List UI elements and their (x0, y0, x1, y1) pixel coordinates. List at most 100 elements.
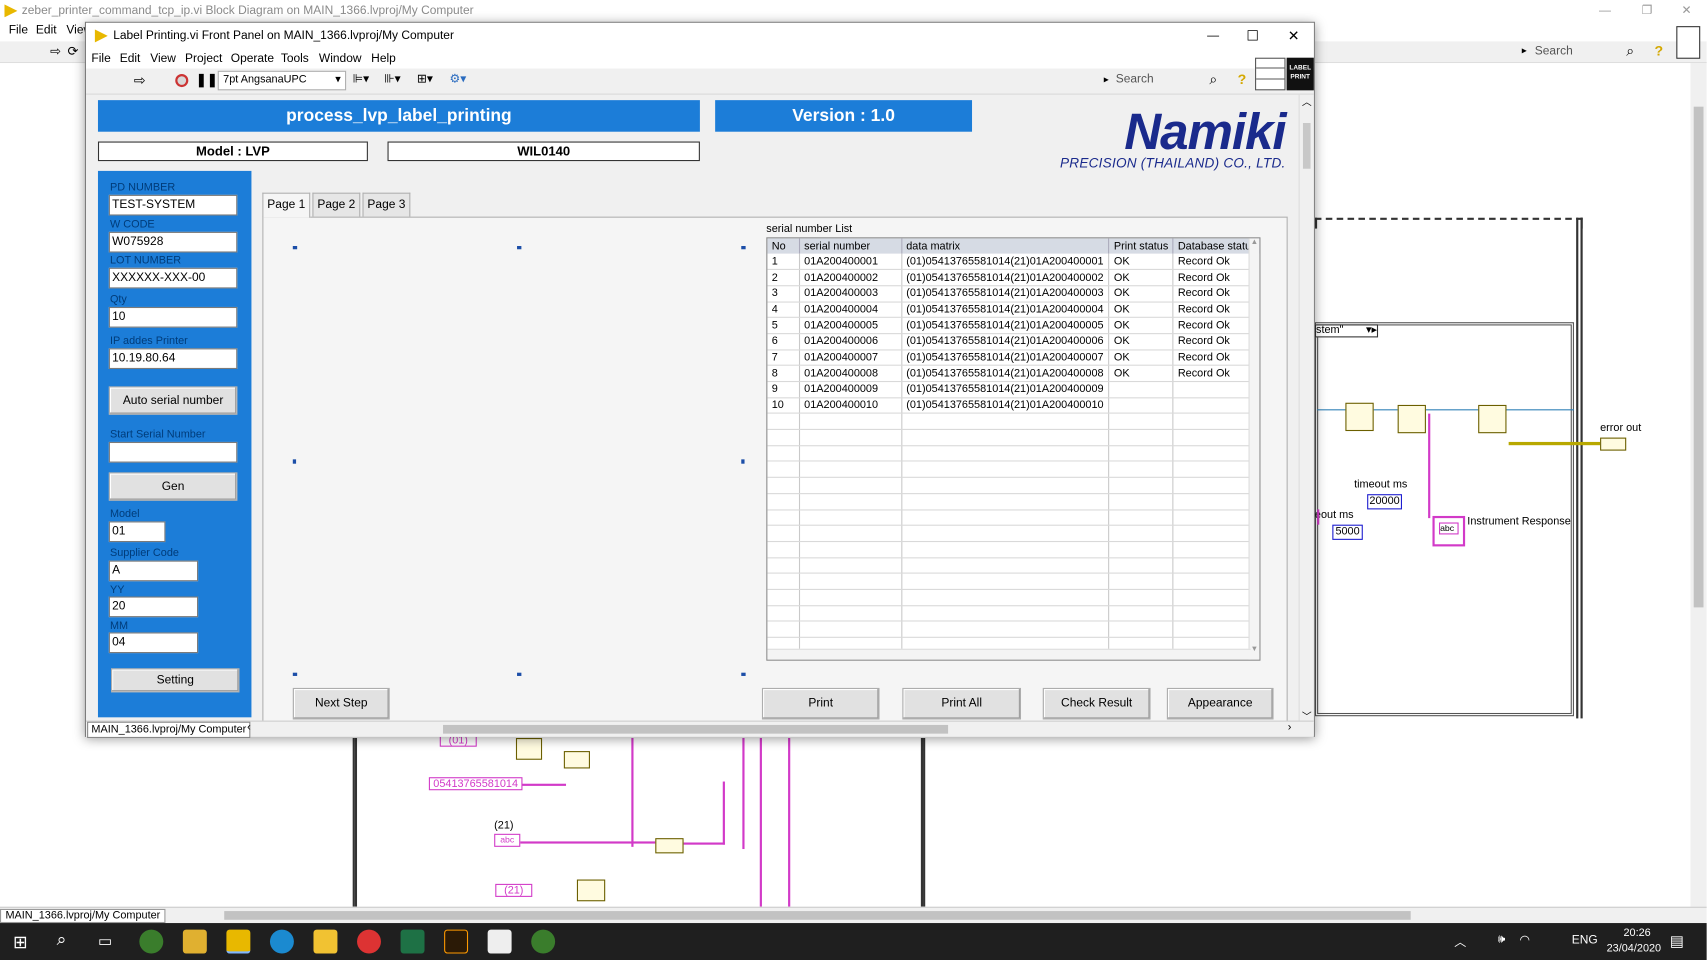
table-vscroll[interactable]: ▲ ▼ (1248, 238, 1260, 660)
concat-node-4[interactable] (576, 879, 606, 902)
tcp-open-node[interactable] (1345, 402, 1374, 432)
menu-project[interactable]: Project (185, 52, 222, 65)
table-row[interactable] (767, 461, 1260, 478)
help-icon[interactable]: ? (1238, 71, 1247, 87)
table-row[interactable] (767, 621, 1260, 638)
reorder-icon[interactable]: ⚙▾ (450, 72, 467, 86)
selection-handle[interactable] (292, 459, 297, 464)
7zip-icon[interactable] (487, 929, 512, 954)
selection-handle[interactable] (517, 246, 522, 250)
scroll-up-icon[interactable]: ︿ (1302, 95, 1312, 109)
distribute-objects-icon[interactable]: ⊪▾ (384, 72, 400, 86)
w-code-input[interactable]: W075928 (108, 231, 238, 253)
maximize-icon[interactable]: ☐ (1246, 23, 1259, 49)
clock-time[interactable]: 20:26 (1615, 927, 1659, 939)
scroll-down-icon[interactable]: ▼ (1251, 645, 1259, 653)
menu-operate[interactable]: Operate (231, 52, 274, 65)
auto-serial-button[interactable]: Auto serial number (108, 386, 238, 415)
setting-button[interactable]: Setting (111, 668, 240, 693)
selection-handle[interactable] (292, 246, 298, 250)
lot-number-input[interactable]: XXXXXX-XXX-00 (108, 267, 238, 289)
string-const-21[interactable]: (21) (495, 883, 533, 897)
restore-icon[interactable]: ❐ (1642, 0, 1653, 22)
menu-tools[interactable]: Tools (281, 52, 309, 65)
volume-icon[interactable]: 🕪 (1498, 933, 1506, 947)
bg-vscroll-thumb[interactable] (1693, 106, 1704, 608)
connector-pane-icon[interactable] (1255, 57, 1286, 91)
menu-edit[interactable]: Edit (120, 52, 141, 65)
table-row[interactable] (767, 541, 1260, 558)
table-row[interactable]: 10 01A200400010 (01)05413765581014(21)01A2… (767, 397, 1260, 415)
pd-number-input[interactable]: TEST-SYSTEM (108, 194, 238, 216)
fp-vscroll-thumb[interactable] (1302, 123, 1311, 169)
supplier-code-input[interactable]: A (108, 560, 199, 582)
serial-number-table[interactable]: No serial number data matrix Print statu… (766, 237, 1261, 661)
app-hs-icon[interactable] (139, 929, 164, 954)
close-icon[interactable]: ✕ (1288, 23, 1300, 49)
bg-menu-edit[interactable]: Edit (36, 24, 57, 37)
run-arrow-icon[interactable]: ⇨ (50, 44, 61, 59)
scroll-right-icon[interactable]: › (1288, 722, 1292, 734)
table-row[interactable] (767, 589, 1260, 606)
file-explorer-icon[interactable] (313, 929, 338, 954)
minimize-icon[interactable]: — (1207, 23, 1219, 49)
gen-button[interactable]: Gen (108, 472, 238, 501)
table-row[interactable] (767, 525, 1260, 542)
scroll-left-icon[interactable]: ‹ (247, 722, 251, 734)
bg-vertical-scrollbar[interactable] (1690, 63, 1707, 907)
ip-input[interactable]: 10.19.80.64 (108, 348, 238, 370)
table-row[interactable]: 9 01A200400009 (01)05413765581014(21)01A20… (767, 381, 1260, 399)
table-row[interactable] (767, 477, 1260, 494)
table-row[interactable] (767, 429, 1260, 447)
abort-icon[interactable] (175, 74, 189, 88)
print-button[interactable]: Print (761, 687, 880, 720)
fp-titlebar[interactable]: Label Printing.vi Front Panel on MAIN_13… (85, 22, 1314, 49)
table-row[interactable] (767, 605, 1260, 622)
chrome-icon[interactable] (357, 929, 381, 954)
language-indicator[interactable]: ENG (1572, 934, 1598, 947)
fp-hscroll-thumb[interactable] (443, 724, 949, 734)
edge-icon[interactable] (269, 929, 294, 954)
model-input[interactable]: 01 (108, 521, 166, 543)
table-row[interactable]: 8 01A200400008 (01)05413765581014(21)01A20… (767, 365, 1260, 383)
close-icon[interactable]: ✕ (1681, 0, 1691, 22)
windows-start-icon[interactable]: ⊞ (13, 932, 28, 954)
table-row[interactable]: 7 01A200400007 (01)05413765581014(21)01A20… (767, 349, 1260, 367)
tcp-write-node[interactable] (1397, 404, 1426, 434)
bg-window-titlebar[interactable]: zeber_printer_command_tcp_ip.vi Block Di… (0, 0, 1707, 22)
align-objects-icon[interactable]: ⊫▾ (353, 72, 369, 86)
tcp-close-node[interactable] (1478, 404, 1507, 434)
timeout-constant-5000[interactable]: 5000 (1332, 524, 1363, 540)
clock-date[interactable]: 23/04/2020 (1607, 943, 1661, 955)
tab-page-3[interactable]: Page 3 (362, 192, 411, 217)
search-icon[interactable]: ⌕ (1209, 71, 1217, 88)
font-selector[interactable]: 7pt AngsanaUPC ▾ (217, 70, 347, 91)
bg-hscroll-thumb[interactable] (224, 911, 1411, 920)
table-row[interactable] (767, 445, 1260, 462)
selection-handle[interactable] (741, 459, 745, 464)
fp-vertical-scrollbar[interactable]: ︿ ﹀ (1298, 94, 1314, 723)
bg-menu-file[interactable]: File (9, 24, 28, 37)
illustrator-icon[interactable] (444, 929, 469, 954)
pause-icon[interactable]: ❚❚ (196, 72, 218, 87)
table-row[interactable]: 3 01A200400003 (01)05413765581014(21)01A20… (767, 285, 1260, 303)
string-const-abc[interactable]: abc (494, 833, 521, 847)
tray-chevron-icon[interactable]: ︿ (1454, 933, 1466, 950)
scroll-up-icon[interactable]: ▲ (1251, 238, 1259, 246)
table-row[interactable] (767, 573, 1260, 590)
menu-view[interactable]: View (150, 52, 176, 65)
network-icon[interactable]: ◠ (1520, 933, 1530, 947)
table-row[interactable] (767, 493, 1260, 510)
table-row[interactable]: 2 01A200400002 (01)05413765581014(21)01A20… (767, 269, 1260, 287)
selection-handle[interactable] (741, 246, 746, 250)
app-hs-icon-2[interactable] (531, 929, 556, 954)
resize-objects-icon[interactable]: ⊞▾ (417, 72, 433, 86)
tab-page-2[interactable]: Page 2 (312, 192, 361, 217)
yy-input[interactable]: 20 (108, 596, 199, 618)
table-row[interactable] (767, 509, 1260, 526)
labview-taskbar-icon[interactable] (226, 929, 251, 954)
notifications-icon[interactable]: ▤ (1670, 932, 1684, 951)
table-hscroll[interactable] (767, 648, 1251, 660)
excel-icon[interactable] (400, 929, 425, 954)
bg-search-input[interactable]: Search (1535, 45, 1573, 58)
